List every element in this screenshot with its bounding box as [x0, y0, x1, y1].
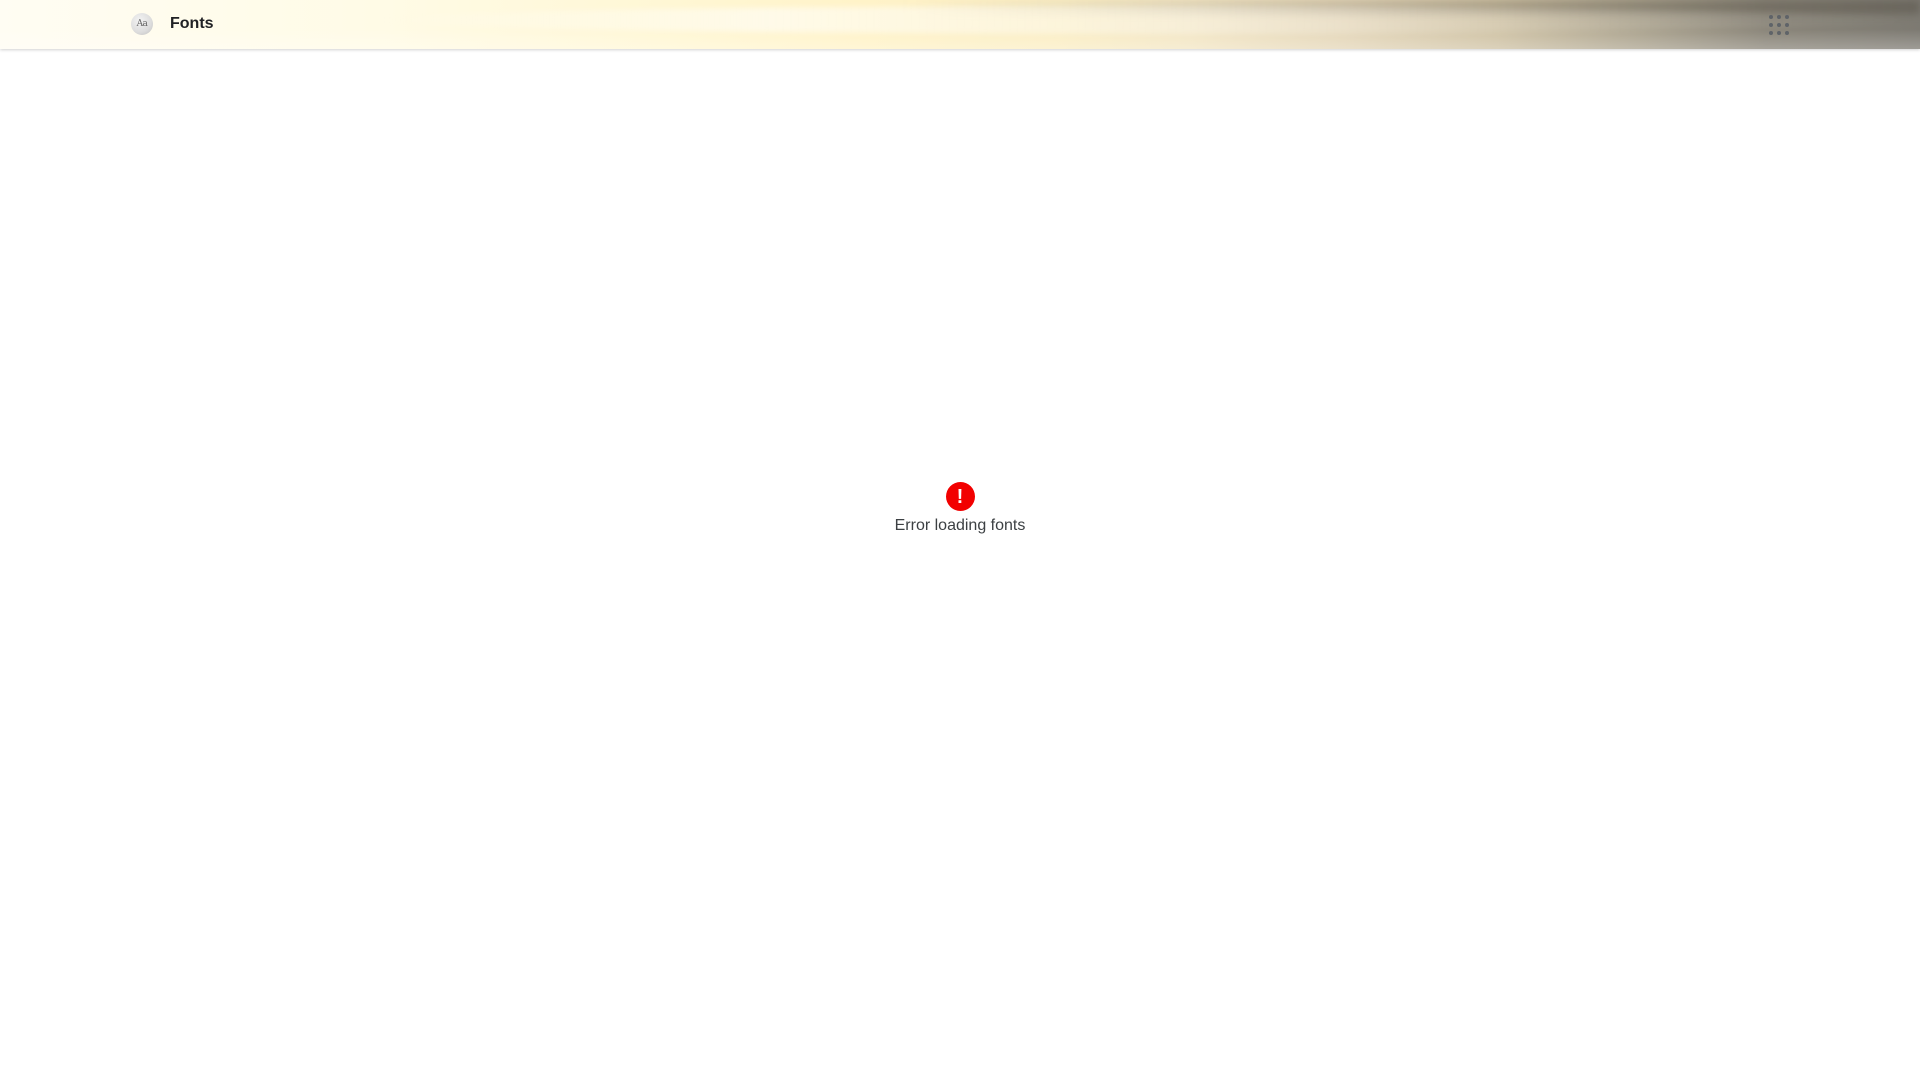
apps-dot: [1769, 15, 1773, 19]
page-title: Fonts: [170, 15, 214, 32]
fonts-logo-icon[interactable]: Aa: [131, 13, 153, 35]
apps-dot: [1777, 23, 1781, 27]
error-icon-symbol: !: [956, 485, 964, 508]
logo-text: Aa: [136, 19, 148, 29]
error-icon: !: [945, 482, 975, 511]
apps-dot: [1777, 15, 1781, 19]
apps-dot: [1769, 31, 1773, 35]
error-state: ! Error loading fonts: [760, 482, 1160, 535]
error-message: Error loading fonts: [894, 517, 1026, 534]
apps-dot: [1785, 23, 1789, 27]
apps-grid-icon[interactable]: [1768, 14, 1790, 36]
header-sheen: [380, 6, 1920, 34]
app-header: Aa Fonts: [0, 0, 1920, 49]
apps-dot: [1785, 31, 1789, 35]
apps-dot: [1769, 23, 1773, 27]
apps-dot: [1785, 15, 1789, 19]
apps-dot: [1777, 31, 1781, 35]
